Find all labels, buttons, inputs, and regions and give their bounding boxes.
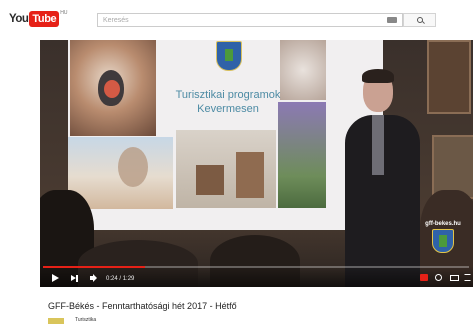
theater-mode-icon[interactable] [450,275,459,281]
slide-photo-flowers [278,102,326,208]
keyboard-icon[interactable] [387,17,397,23]
search-placeholder: Keresés [103,17,129,24]
captions-icon[interactable] [420,274,428,281]
progress-bar[interactable] [43,266,469,268]
shield-icon [432,229,454,253]
slide-photo-interior [176,130,276,208]
furniture-shape [196,165,224,195]
projection-screen: Turisztikai programok Kevermesen [68,40,383,230]
time-display: 0:24 / 1:29 [106,273,134,285]
fullscreen-icon[interactable] [464,274,471,281]
current-time: 0:24 [106,276,118,282]
youtube-logo[interactable]: You Tube HU [9,10,68,27]
channel-name[interactable]: Turisztika [75,317,96,324]
play-icon[interactable] [52,274,59,282]
search-icon [417,17,423,23]
logo-you-text: You [9,13,29,25]
slide-photo-bird [70,40,156,136]
search-input[interactable]: Keresés [97,13,403,27]
progress-bar-fill [43,266,146,268]
watermark-text: gff-bekes.hu [425,221,461,227]
furniture-shape [236,152,264,198]
speaker-shirt [372,115,384,175]
logo-tube-badge: Tube [29,11,60,27]
slide-title-line: Kevermesen [197,103,259,115]
channel-avatar[interactable] [48,318,64,324]
channel-watermark[interactable]: gff-bekes.hu [416,220,470,253]
tree-shape [118,147,148,187]
video-title: GFF-Békés - Fenntarthatósági hét 2017 - … [48,301,237,311]
slide-title-line: Turisztikai programok [175,89,281,101]
wall-picture [427,40,471,114]
duration: 1:29 [122,276,135,282]
logo-region: HU [60,10,68,16]
speaker-hair [362,69,394,83]
slide-title: Turisztikai programok Kevermesen [166,88,290,116]
video-player[interactable]: Turisztikai programok Kevermesen gff-bek… [40,40,473,287]
search-button[interactable] [403,13,436,27]
next-icon[interactable] [71,274,78,282]
settings-icon[interactable] [435,274,442,281]
masthead: You Tube HU Keresés [0,0,473,36]
coat-of-arms-icon [216,41,242,71]
volume-icon[interactable] [90,276,94,280]
bird-breast [104,80,120,98]
player-controls [40,266,473,287]
